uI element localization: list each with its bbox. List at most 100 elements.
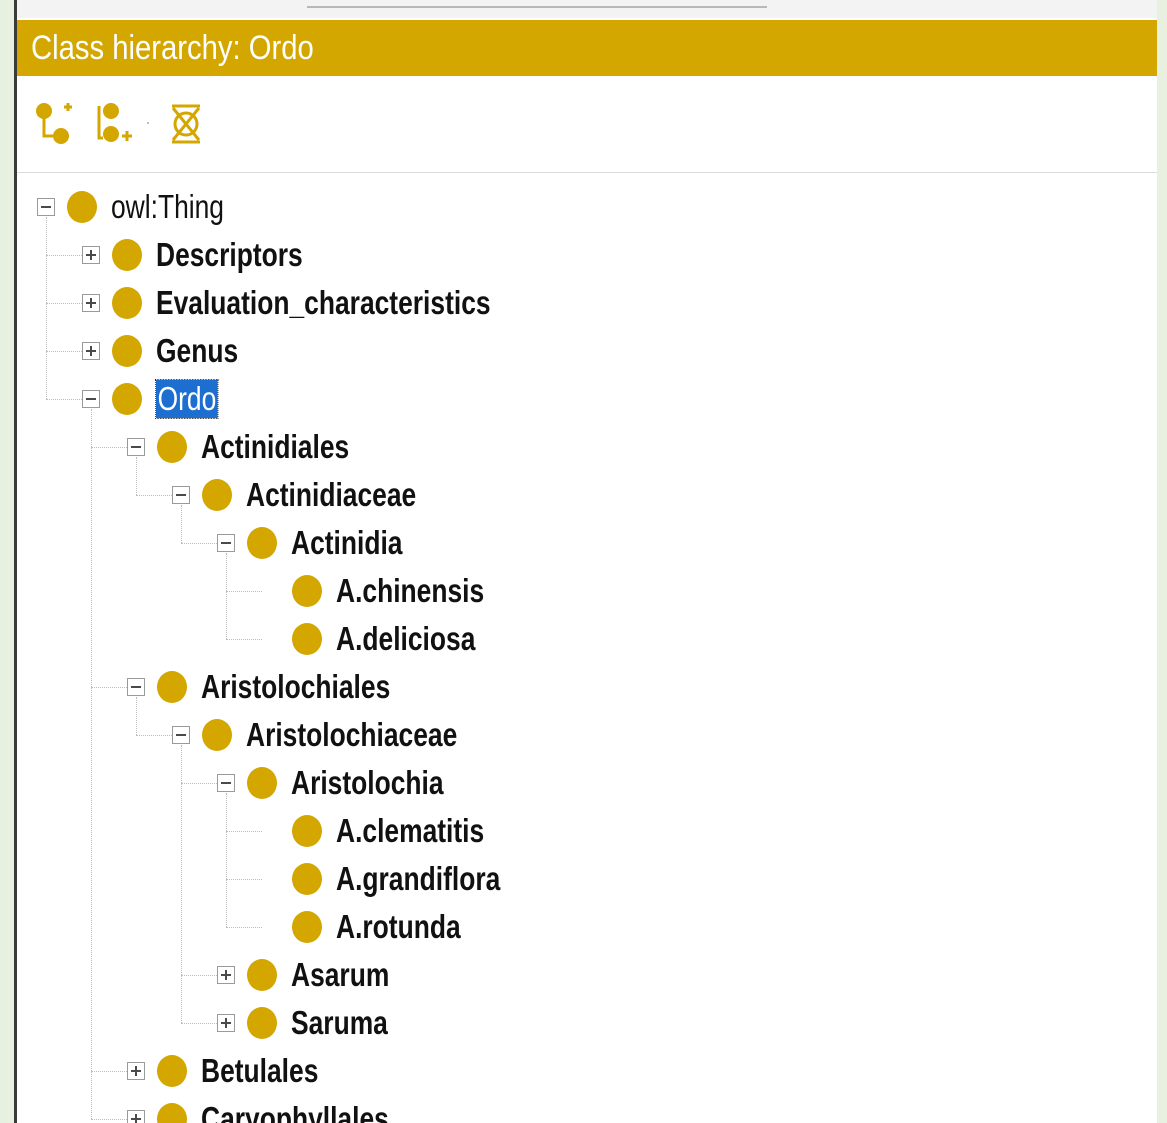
tree-node[interactable]: Evaluation_characteristics bbox=[82, 281, 574, 325]
tree-connector bbox=[46, 255, 82, 256]
tree-connector bbox=[46, 217, 47, 399]
class-bullet-icon bbox=[247, 959, 277, 991]
tree-node[interactable]: Caryophyllales bbox=[127, 1097, 436, 1123]
tree-node[interactable]: Ordo bbox=[82, 377, 233, 421]
add-subclass-button[interactable] bbox=[33, 98, 79, 148]
tree-connector bbox=[46, 351, 82, 352]
class-bullet-icon bbox=[292, 911, 322, 943]
tree-node[interactable]: A.chinensis bbox=[262, 569, 521, 613]
tree-node[interactable]: Actinidia bbox=[217, 521, 430, 565]
class-bullet-icon bbox=[157, 671, 187, 703]
expand-toggle-icon[interactable] bbox=[127, 1062, 145, 1080]
tree-node-label[interactable]: A.rotunda bbox=[336, 908, 461, 946]
expand-toggle-icon[interactable] bbox=[82, 246, 100, 264]
tree-node[interactable]: Actinidiales bbox=[127, 425, 386, 469]
tree-connector bbox=[91, 1119, 127, 1120]
class-bullet-icon bbox=[292, 623, 322, 655]
tree-connector bbox=[226, 591, 262, 592]
class-bullet-icon bbox=[157, 1055, 187, 1087]
class-bullet-icon bbox=[112, 383, 142, 415]
collapse-toggle-icon[interactable] bbox=[82, 390, 100, 408]
class-bullet-icon bbox=[247, 527, 277, 559]
class-bullet-icon bbox=[157, 1103, 187, 1123]
tree-node[interactable]: Genus bbox=[82, 329, 259, 373]
tree-node[interactable]: A.rotunda bbox=[262, 905, 492, 949]
collapse-toggle-icon[interactable] bbox=[127, 438, 145, 456]
tree-connector bbox=[91, 1071, 127, 1072]
tree-node-label[interactable]: A.deliciosa bbox=[336, 620, 475, 658]
right-margin bbox=[1157, 0, 1167, 1123]
tree-node[interactable]: A.deliciosa bbox=[262, 617, 510, 661]
expand-toggle-icon[interactable] bbox=[217, 1014, 235, 1032]
tree-node-label[interactable]: owl:Thing bbox=[111, 188, 224, 226]
add-sibling-icon bbox=[97, 103, 132, 142]
delete-class-button[interactable] bbox=[163, 98, 209, 148]
hierarchy-toolbar bbox=[17, 92, 1157, 154]
tree-node-label[interactable]: Saruma bbox=[291, 1004, 388, 1042]
tree-node[interactable]: Actinidiaceae bbox=[172, 473, 459, 517]
tree-node-label[interactable]: Genus bbox=[156, 332, 238, 370]
tree-connector bbox=[91, 447, 127, 448]
collapse-toggle-icon[interactable] bbox=[217, 534, 235, 552]
collapse-toggle-icon[interactable] bbox=[127, 678, 145, 696]
tree-connector bbox=[136, 457, 137, 495]
collapse-toggle-icon[interactable] bbox=[217, 774, 235, 792]
add-subclass-icon bbox=[36, 103, 72, 144]
collapse-toggle-icon[interactable] bbox=[172, 486, 190, 504]
tree-node-label[interactable]: Aristolochia bbox=[291, 764, 444, 802]
expand-toggle-icon[interactable] bbox=[82, 294, 100, 312]
tree-node[interactable]: Aristolochiales bbox=[127, 665, 438, 709]
tree-node-label[interactable]: Betulales bbox=[201, 1052, 318, 1090]
tree-node-label[interactable]: Descriptors bbox=[156, 236, 303, 274]
tree-node[interactable]: Betulales bbox=[127, 1049, 348, 1093]
tree-node[interactable]: owl:Thing bbox=[37, 185, 252, 229]
tree-connector bbox=[181, 783, 217, 784]
tree-node-label[interactable]: Aristolochiaceae bbox=[246, 716, 457, 754]
expand-toggle-icon[interactable] bbox=[217, 966, 235, 984]
tree-connector bbox=[46, 303, 82, 304]
tree-node[interactable]: Asarum bbox=[217, 953, 414, 997]
top-tab-strip bbox=[17, 0, 1157, 18]
tree-connector bbox=[226, 639, 262, 640]
collapse-toggle-icon[interactable] bbox=[172, 726, 190, 744]
tree-connector bbox=[181, 505, 182, 543]
tree-node-label[interactable]: Aristolochiales bbox=[201, 668, 390, 706]
tree-node-label[interactable]: Caryophyllales bbox=[201, 1100, 389, 1123]
tree-node[interactable]: Saruma bbox=[217, 1001, 412, 1045]
tree-node-label[interactable]: A.clematitis bbox=[336, 812, 484, 850]
class-bullet-icon bbox=[112, 239, 142, 271]
tree-connector bbox=[226, 927, 262, 928]
tree-node-label[interactable]: A.chinensis bbox=[336, 572, 484, 610]
tree-connector bbox=[136, 495, 172, 496]
tree-connector bbox=[226, 831, 262, 832]
tree-connector bbox=[181, 1023, 217, 1024]
expand-toggle-icon[interactable] bbox=[82, 342, 100, 360]
tree-connector bbox=[136, 697, 137, 735]
delete-class-icon bbox=[171, 104, 201, 144]
expand-toggle-icon[interactable] bbox=[127, 1110, 145, 1123]
tree-node[interactable]: Descriptors bbox=[82, 233, 339, 277]
tree-node-label[interactable]: Actinidia bbox=[291, 524, 402, 562]
tree-node[interactable]: A.grandiflora bbox=[262, 857, 541, 901]
class-bullet-icon bbox=[292, 575, 322, 607]
tree-node-label[interactable]: Evaluation_characteristics bbox=[156, 284, 491, 322]
tree-node[interactable]: Aristolochia bbox=[217, 761, 482, 805]
tree-node-label[interactable]: A.grandiflora bbox=[336, 860, 500, 898]
tree-connector bbox=[181, 745, 182, 1023]
class-bullet-icon bbox=[67, 191, 97, 223]
tree-node-label[interactable]: Ordo bbox=[155, 379, 219, 419]
tree-node-label[interactable]: Actinidiales bbox=[201, 428, 349, 466]
add-sibling-button[interactable] bbox=[91, 98, 137, 148]
tree-connector bbox=[91, 687, 127, 688]
tree-node[interactable]: A.clematitis bbox=[262, 809, 521, 853]
tab-indicator bbox=[307, 6, 767, 8]
tree-connector bbox=[46, 399, 82, 400]
tree-node[interactable]: Aristolochiaceae bbox=[172, 713, 510, 757]
collapse-toggle-icon[interactable] bbox=[37, 198, 55, 216]
tree-node-label[interactable]: Asarum bbox=[291, 956, 389, 994]
tree-connector bbox=[181, 975, 217, 976]
tree-node-label[interactable]: Actinidiaceae bbox=[246, 476, 416, 514]
